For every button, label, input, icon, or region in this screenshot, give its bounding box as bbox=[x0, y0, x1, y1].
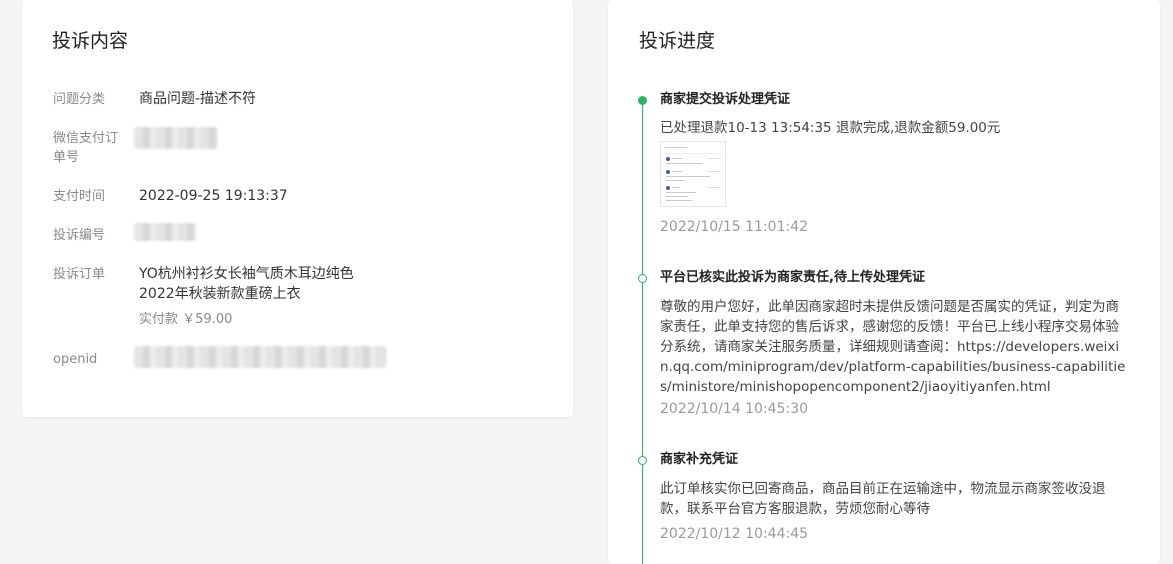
timeline-event-description: 已处理退款10-13 13:54:35 退款完成,退款金额59.00元 bbox=[660, 120, 1001, 136]
payment-time-value: 2022-09-25 19:13:37 bbox=[139, 188, 288, 204]
payment-time-label: 支付时间 bbox=[53, 189, 106, 204]
timeline-event-description: 尊敬的用户您好，此单因商家超时未提供反馈问题是否属实的凭证，判定为商家责任，此单… bbox=[660, 299, 1126, 395]
complaint-order-product: YO杭州衬衫女长袖气质木耳边纯色 2022年秋装新款重磅上衣 实付款 ￥59.0… bbox=[139, 264, 354, 330]
timeline-event-description: 此订单核实你已回寄商品，商品目前正在运输途中，物流显示商家签收没退款，联系平台官… bbox=[660, 481, 1106, 517]
issue-category-label: 问题分类 bbox=[53, 92, 106, 107]
timeline-event-heading: 商家提交投诉处理凭证 bbox=[660, 92, 791, 107]
paid-amount-label: 实付款 bbox=[139, 312, 179, 327]
timeline-event-time: 2022/10/12 10:44:45 bbox=[660, 526, 809, 542]
paid-amount: 实付款 ￥59.00 bbox=[139, 310, 354, 330]
paid-amount-value: ￥59.00 bbox=[182, 312, 233, 327]
openid-redacted bbox=[134, 346, 386, 368]
wechat-order-no-redacted bbox=[134, 127, 218, 149]
timeline-line bbox=[642, 100, 643, 564]
complaint-progress-card: 投诉进度 商家提交投诉处理凭证 已处理退款10-13 13:54:35 退款完成… bbox=[608, 0, 1160, 564]
complaint-order-label: 投诉订单 bbox=[53, 267, 106, 282]
product-name-line2: 2022年秋装新款重磅上衣 bbox=[139, 286, 301, 302]
timeline-event-time: 2022/10/15 11:01:42 bbox=[660, 219, 809, 235]
timeline-dot bbox=[638, 274, 647, 283]
timeline-dot-active bbox=[638, 96, 647, 105]
timeline-event-heading: 平台已核实此投诉为商家责任,待上传处理凭证 bbox=[660, 270, 925, 285]
timeline-dot bbox=[638, 456, 647, 465]
complaint-content-card: 投诉内容 问题分类 商品问题-描述不符 微信支付订单号 支付时间 2022-09… bbox=[22, 0, 573, 417]
openid-label: openid bbox=[53, 352, 98, 367]
timeline-event-time: 2022/10/14 10:45:30 bbox=[660, 401, 809, 417]
product-name-line1: YO杭州衬衫女长袖气质木耳边纯色 bbox=[139, 266, 354, 282]
complaint-no-redacted bbox=[134, 223, 196, 241]
complaint-no-label: 投诉编号 bbox=[53, 228, 106, 243]
timeline-event-heading: 商家补充凭证 bbox=[660, 452, 739, 467]
evidence-image-thumbnail[interactable] bbox=[660, 141, 726, 207]
complaint-progress-title: 投诉进度 bbox=[639, 30, 716, 52]
complaint-content-title: 投诉内容 bbox=[52, 30, 129, 52]
issue-category-value: 商品问题-描述不符 bbox=[139, 91, 257, 107]
wechat-order-no-label: 微信支付订单号 bbox=[53, 131, 119, 165]
